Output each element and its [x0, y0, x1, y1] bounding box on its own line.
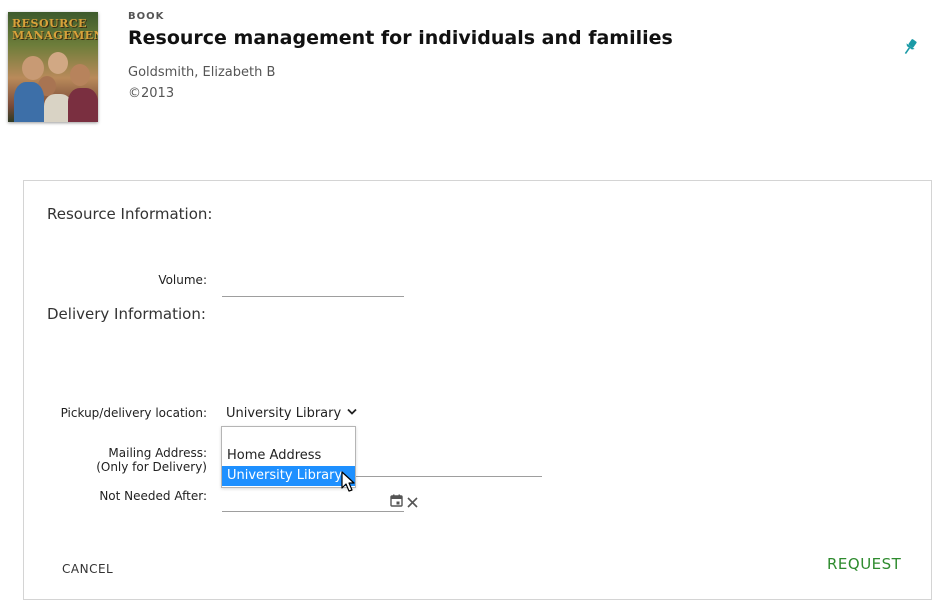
pickup-location-dropdown: Home Address University Library	[221, 426, 356, 488]
not-needed-after-input[interactable]	[222, 488, 404, 512]
mailing-address-label-line2: (Only for Delivery)	[96, 460, 207, 474]
dropdown-option-university-library[interactable]: University Library	[222, 466, 355, 486]
mouse-cursor-icon	[341, 471, 357, 493]
record-date: ©2013	[128, 86, 175, 101]
clear-icon[interactable]	[407, 493, 418, 508]
not-needed-after-label: Not Needed After:	[99, 489, 207, 503]
record-title[interactable]: Resource management for individuals and …	[128, 27, 673, 49]
pickup-location-value: University Library	[226, 406, 342, 421]
dropdown-option-home-address[interactable]: Home Address	[222, 446, 355, 466]
mailing-address-label-line1: Mailing Address:	[108, 446, 207, 460]
pickup-location-select[interactable]: University Library	[226, 405, 357, 421]
volume-label: Volume:	[158, 273, 207, 287]
pickup-location-label: Pickup/delivery location:	[60, 406, 207, 420]
delivery-info-heading: Delivery Information:	[47, 305, 206, 323]
resource-info-heading: Resource Information:	[47, 205, 213, 223]
chevron-down-icon	[347, 405, 357, 420]
volume-input[interactable]	[222, 273, 404, 297]
book-cover-thumbnail[interactable]: RESOURCE MANAGEMENT	[8, 12, 98, 122]
request-form-card	[23, 180, 932, 600]
mailing-address-label: Mailing Address: (Only for Delivery)	[20, 446, 207, 474]
resource-type-label: BOOK	[128, 11, 165, 22]
pin-icon[interactable]	[900, 37, 920, 57]
request-button[interactable]: REQUEST	[827, 555, 901, 573]
calendar-icon[interactable]	[390, 492, 403, 507]
cover-title-text: RESOURCE MANAGEMENT	[12, 17, 98, 42]
record-author: Goldsmith, Elizabeth B	[128, 65, 276, 80]
cancel-button[interactable]: CANCEL	[62, 562, 113, 576]
